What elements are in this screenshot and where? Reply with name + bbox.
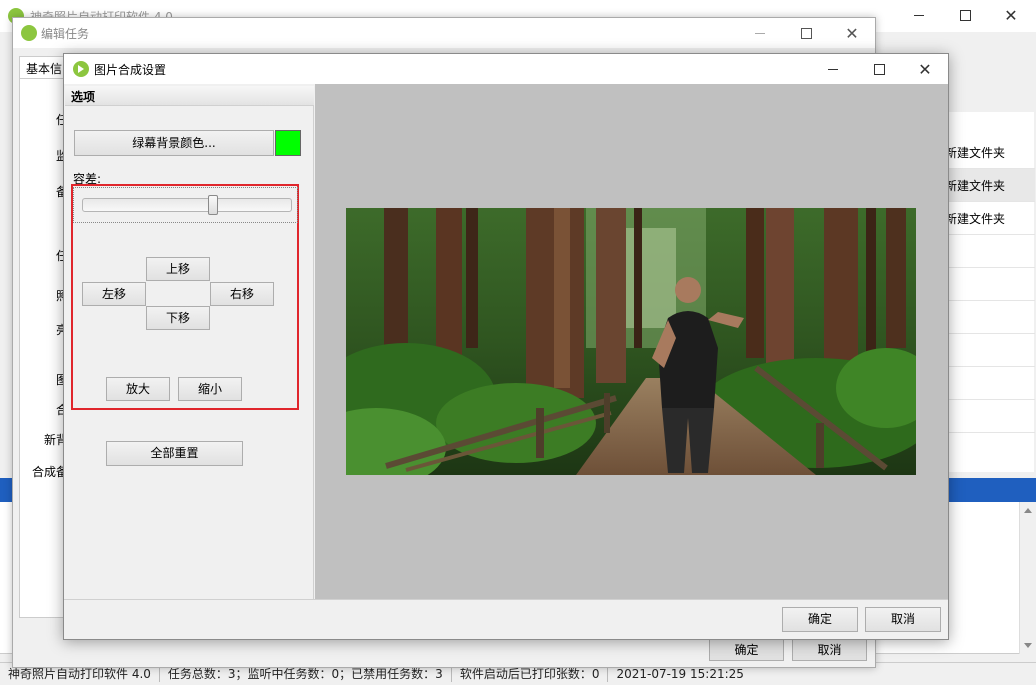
close-icon[interactable]: ✕ <box>829 18 875 48</box>
scroll-up-icon[interactable] <box>1024 508 1032 513</box>
dialog-titlebar: 图片合成设置 ✕ <box>64 54 948 84</box>
composite-settings-dialog: 图片合成设置 ✕ 选项 绿幕背景颜色... 容差: 上移 左移 右移 下移 放大… <box>63 53 949 640</box>
green-screen-color-swatch[interactable] <box>275 130 301 156</box>
move-right-button[interactable]: 右移 <box>210 282 274 306</box>
close-icon[interactable]: ✕ <box>988 0 1034 30</box>
dialog-cancel-button[interactable]: 取消 <box>865 607 941 632</box>
dialog-title: 图片合成设置 <box>94 63 167 77</box>
green-screen-color-button[interactable]: 绿幕背景颜色... <box>74 130 274 156</box>
dialog-footer: 确定 取消 <box>64 599 948 639</box>
zoom-in-button[interactable]: 放大 <box>106 377 170 401</box>
log-scrollbar[interactable] <box>1019 502 1036 654</box>
reset-all-button[interactable]: 全部重置 <box>106 441 243 466</box>
composite-preview-image <box>346 208 916 475</box>
minimize-icon[interactable] <box>737 18 783 48</box>
folder-name: 新建文件夹 <box>945 146 1006 160</box>
slider-track[interactable] <box>82 198 292 212</box>
edit-cancel-button[interactable]: 取消 <box>792 639 867 661</box>
tolerance-slider[interactable] <box>73 187 298 223</box>
edit-task-title: 编辑任务 <box>41 27 90 41</box>
zoom-out-button[interactable]: 缩小 <box>178 377 242 401</box>
app-logo-icon <box>73 61 89 77</box>
status-task-stats: 任务总数：3；监听中任务数：0；已禁用任务数：3 <box>160 666 452 682</box>
edit-ok-button[interactable]: 确定 <box>709 639 784 661</box>
close-icon[interactable]: ✕ <box>902 54 948 84</box>
scroll-down-icon[interactable] <box>1024 643 1032 648</box>
move-left-button[interactable]: 左移 <box>82 282 146 306</box>
status-timestamp: 2021-07-19 15:21:25 <box>616 667 744 681</box>
forest-scene-image <box>346 208 916 475</box>
status-app-name: 神奇照片自动打印软件 4.0 <box>0 666 160 682</box>
minimize-icon[interactable] <box>896 0 942 30</box>
move-up-button[interactable]: 上移 <box>146 257 210 281</box>
slider-thumb[interactable] <box>208 195 218 215</box>
preview-area <box>315 84 948 599</box>
edit-task-titlebar: 编辑任务 ✕ <box>13 18 875 48</box>
maximize-icon[interactable] <box>783 18 829 48</box>
folder-name: 新建文件夹 <box>945 179 1006 193</box>
app-logo-icon <box>21 25 37 41</box>
tab-label: 基本信 <box>26 62 63 76</box>
status-printed-count: 软件启动后已打印张数：0 <box>452 666 609 682</box>
folder-name: 新建文件夹 <box>945 212 1006 226</box>
options-header: 选项 <box>65 86 314 106</box>
minimize-icon[interactable] <box>810 54 856 84</box>
move-down-button[interactable]: 下移 <box>146 306 210 330</box>
maximize-icon[interactable] <box>856 54 902 84</box>
maximize-icon[interactable] <box>942 0 988 30</box>
dialog-ok-button[interactable]: 确定 <box>782 607 858 632</box>
